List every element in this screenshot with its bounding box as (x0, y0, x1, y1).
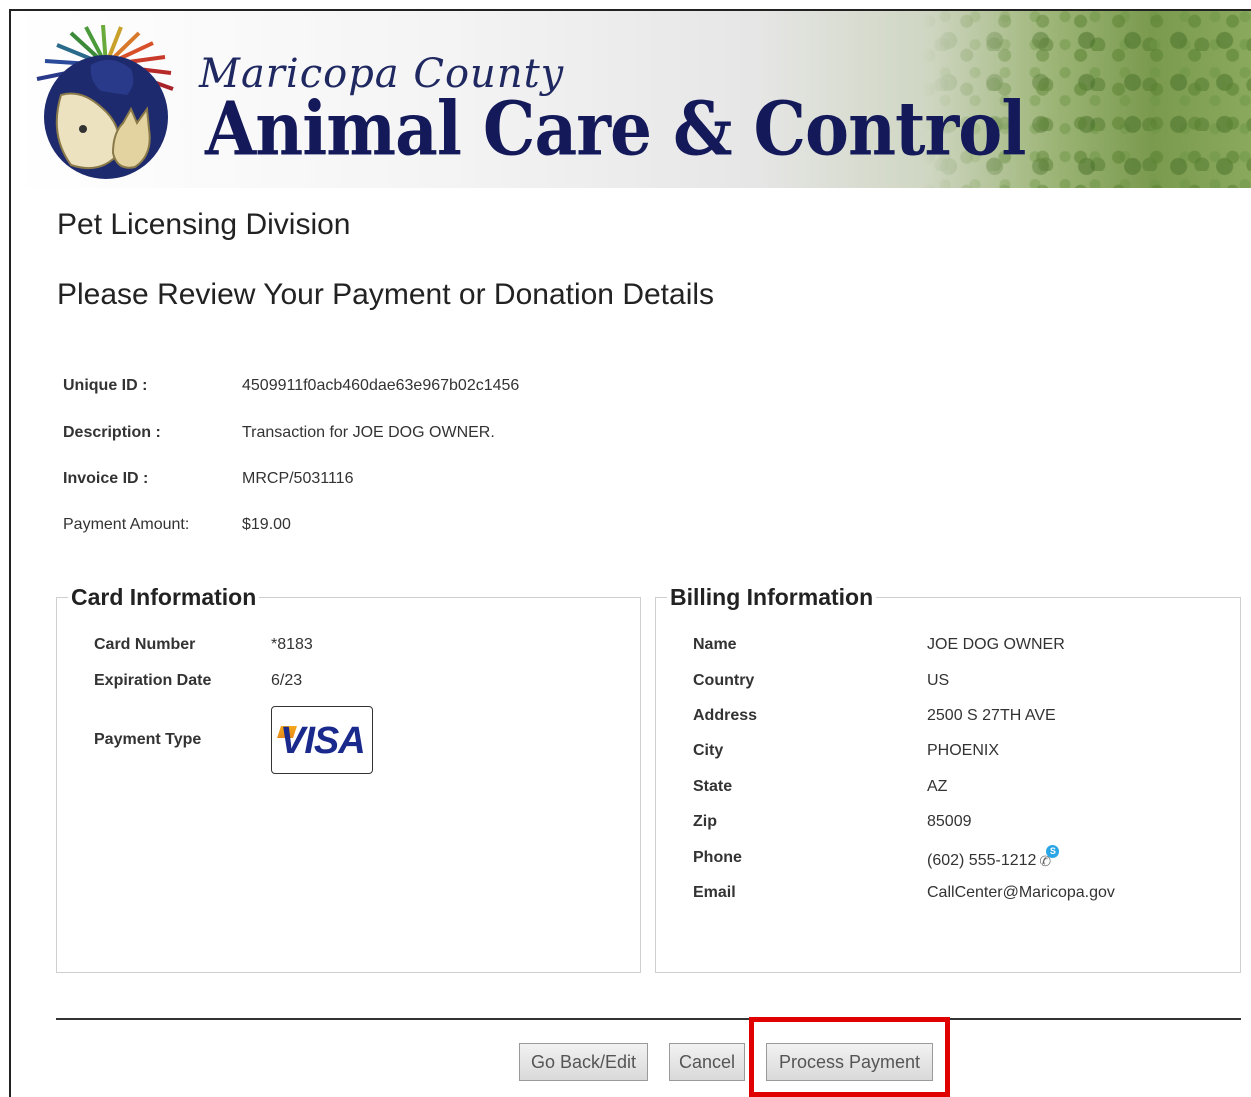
payment-amount-label: Payment Amount: (63, 516, 190, 533)
billing-city-value: PHOENIX (927, 742, 1000, 759)
billing-phone-row: (602) 555-1212 ✆ S (927, 845, 1060, 870)
process-payment-highlight (749, 1017, 950, 1097)
billing-email-value: CallCenter@Maricopa.gov (927, 884, 1115, 901)
expiration-date-label: Expiration Date (94, 672, 212, 689)
billing-address-label: Address (693, 707, 758, 724)
billing-address-value: 2500 S 27TH AVE (927, 707, 1056, 724)
unique-id-value: 4509911f0acb460dae63e967b02c1456 (242, 377, 520, 394)
page-title: Please Review Your Payment or Donation D… (57, 278, 715, 311)
expiration-date-value: 6/23 (271, 672, 303, 689)
payment-type-label: Payment Type (94, 731, 202, 748)
billing-email-label: Email (693, 884, 736, 901)
invoice-id-label: Invoice ID : (63, 470, 149, 487)
billing-information-legend: Billing Information (670, 584, 874, 610)
agency-name: Animal Care & Control (205, 85, 1026, 173)
description-label: Description : (63, 424, 161, 441)
billing-city-label: City (693, 742, 724, 759)
billing-phone-value: (602) 555-1212 (927, 852, 1037, 869)
visa-logo-text: VISA (280, 720, 366, 762)
description-value: Transaction for JOE DOG OWNER. (242, 424, 495, 441)
billing-phone-label: Phone (693, 849, 742, 866)
divider (56, 1018, 1241, 1020)
card-information-legend: Card Information (71, 584, 257, 610)
header-banner: Maricopa County Animal Care & Control (11, 11, 1251, 188)
card-number-label: Card Number (94, 636, 196, 653)
billing-name-value: JOE DOG OWNER (927, 636, 1065, 653)
animal-care-logo-icon (36, 25, 174, 179)
visa-icon: VISA (271, 706, 373, 774)
cancel-button[interactable]: Cancel (669, 1043, 745, 1081)
billing-zip-label: Zip (693, 813, 717, 830)
card-number-value: *8183 (271, 636, 313, 653)
division-title: Pet Licensing Division (57, 208, 351, 241)
skype-call-icon[interactable]: ✆ S (1037, 845, 1060, 869)
billing-name-label: Name (693, 636, 737, 653)
unique-id-label: Unique ID : (63, 377, 148, 394)
payment-amount-value: $19.00 (242, 516, 291, 533)
billing-country-value: US (927, 672, 950, 689)
billing-state-label: State (693, 778, 733, 795)
billing-country-label: Country (693, 672, 755, 689)
billing-state-value: AZ (927, 778, 948, 795)
billing-zip-value: 85009 (927, 813, 972, 830)
invoice-id-value: MRCP/5031116 (242, 470, 354, 487)
go-back-edit-button[interactable]: Go Back/Edit (519, 1043, 648, 1081)
